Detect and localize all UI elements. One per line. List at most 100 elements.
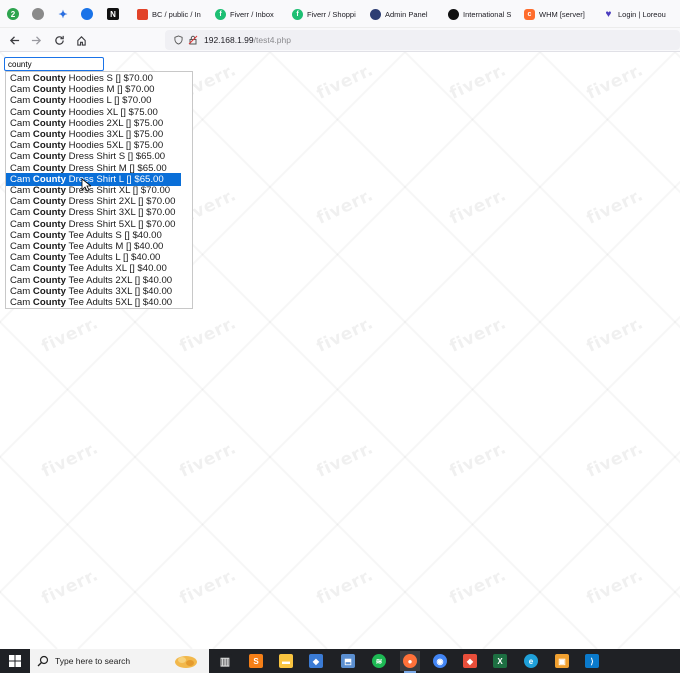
option-text-prefix: Cam — [10, 129, 33, 140]
option-text-match: County — [32, 229, 66, 241]
watermark-text: fiverr. — [446, 185, 510, 229]
excel-taskbar-button[interactable]: X — [490, 651, 510, 671]
dropdown-option[interactable]: Cam County Tee Adults 5XL [] $40.00 — [6, 297, 192, 308]
dropdown-option[interactable]: Cam County Tee Adults 2XL [] $40.00 — [6, 275, 192, 286]
task-view-taskbar-button[interactable]: ▥ — [215, 651, 235, 671]
bookmark-gitlab[interactable]: BC / public / In — [137, 6, 201, 22]
bookmark-whm[interactable]: c WHM [server] — [524, 6, 585, 22]
watermark-text: fiverr. — [176, 438, 240, 482]
search-icon — [37, 655, 49, 667]
dropdown-option[interactable]: Cam County Hoodies XL [] $75.00 — [6, 107, 192, 118]
sublime-text-taskbar-button[interactable]: S — [246, 651, 266, 671]
bookmark-fiverr-shopping[interactable]: f Fiverr / Shoppi — [292, 6, 356, 22]
windows-start-icon[interactable] — [0, 649, 30, 673]
option-text-prefix: Cam — [10, 207, 33, 219]
option-text-prefix: Cam — [10, 73, 33, 84]
address-bar[interactable]: 192.168.1.99/test4.php — [165, 30, 680, 50]
option-text-match: County — [32, 173, 66, 185]
dropdown-option[interactable]: Cam County Dress Shirt L [] $65.00 — [6, 172, 181, 186]
bookmark-international[interactable]: International S — [448, 6, 511, 22]
url-text[interactable]: 192.168.1.99/test4.php — [204, 35, 291, 45]
shield-icon[interactable] — [171, 33, 185, 47]
dropdown-option[interactable]: Cam County Hoodies L [] $70.00 — [6, 95, 192, 106]
dropdown-option[interactable]: Cam County Hoodies 2XL [] $75.00 — [6, 118, 192, 129]
chrome-taskbar-button[interactable]: ◉ — [430, 651, 450, 671]
watermark-text: fiverr. — [583, 185, 647, 229]
spotify-taskbar-button[interactable]: ≋ — [369, 651, 389, 671]
dropdown-option[interactable]: Cam County Dress Shirt 5XL [] $70.00 — [6, 219, 192, 230]
app-square-icon: ▣ — [555, 654, 569, 668]
option-text-prefix: Cam — [10, 297, 33, 308]
dropdown-option[interactable]: Cam County Hoodies S [] $70.00 — [6, 73, 192, 84]
bookmark-login[interactable]: ♥ Login | Loreou — [603, 6, 666, 22]
option-text-suffix: Hoodies 3XL [] $75.00 — [65, 129, 164, 140]
dropdown-option[interactable]: Cam County Hoodies 3XL [] $75.00 — [6, 129, 192, 140]
dropdown-option[interactable]: Cam County Dress Shirt 3XL [] $70.00 — [6, 207, 192, 218]
taskbar-search-placeholder: Type here to search — [55, 656, 131, 666]
excel-icon: X — [493, 654, 507, 668]
grey-circle-icon[interactable] — [32, 8, 44, 20]
search-highlight-icon[interactable] — [173, 652, 199, 670]
forward-arrow-icon[interactable] — [27, 31, 45, 49]
dropdown-option[interactable]: Cam County Tee Adults M [] $40.00 — [6, 241, 192, 252]
file-explorer-taskbar-button[interactable]: ▬ — [276, 651, 296, 671]
edge-taskbar-button[interactable]: e — [521, 651, 541, 671]
dropdown-option[interactable]: Cam County Hoodies 5XL [] $75.00 — [6, 140, 192, 151]
dropdown-option[interactable]: Cam County Dress Shirt XL [] $70.00 — [6, 185, 192, 196]
bookmarks-bar: 2 ✦ N BC / public / In f Fiverr / Inbox … — [0, 0, 680, 28]
bookmark-fiverr-inbox[interactable]: f Fiverr / Inbox — [215, 6, 274, 22]
option-text-suffix: Dress Shirt 3XL [] $70.00 — [65, 207, 176, 219]
option-text-prefix: Cam — [10, 229, 33, 241]
dropdown-option[interactable]: Cam County Dress Shirt 2XL [] $70.00 — [6, 196, 192, 207]
green-circle-icon[interactable]: 2 — [7, 8, 19, 20]
network-share-taskbar-button[interactable]: ⬒ — [338, 651, 358, 671]
option-text-prefix: Cam — [10, 140, 33, 152]
network-app-taskbar-button[interactable]: ◆ — [306, 651, 326, 671]
watermark-text: fiverr. — [313, 438, 377, 482]
dropdown-option[interactable]: Cam County Tee Adults 3XL [] $40.00 — [6, 286, 192, 297]
option-text-match: County — [32, 117, 66, 129]
bookmark-label: Fiverr / Shoppi — [307, 9, 356, 19]
fiverr-icon: f — [292, 8, 303, 20]
globe-icon — [370, 8, 381, 20]
chat-bubble-icon[interactable] — [81, 8, 93, 20]
dropdown-option[interactable]: Cam County Tee Adults L [] $40.00 — [6, 252, 192, 263]
option-text-suffix: Tee Adults L [] $40.00 — [65, 252, 161, 264]
option-text-prefix: Cam — [10, 151, 33, 163]
dropdown-option[interactable]: Cam County Tee Adults S [] $40.00 — [6, 230, 192, 241]
dropdown-option[interactable]: Cam County Hoodies M [] $70.00 — [6, 84, 192, 95]
bookmark-admin-panel[interactable]: Admin Panel — [370, 6, 428, 22]
vscode-taskbar-button[interactable]: ⟩ — [582, 651, 602, 671]
watermark-text: fiverr. — [446, 313, 510, 357]
home-icon[interactable] — [72, 31, 90, 49]
back-arrow-icon[interactable] — [5, 31, 23, 49]
watermark-line — [405, 52, 680, 649]
option-text-prefix: Cam — [10, 196, 33, 208]
option-text-suffix: Hoodies M [] $70.00 — [65, 84, 155, 96]
option-text-match: County — [32, 140, 66, 152]
url-path: /test4.php — [253, 35, 291, 45]
option-text-prefix: Cam — [10, 173, 33, 185]
watermark-text: fiverr. — [583, 60, 647, 104]
watermark-text: fiverr. — [446, 565, 510, 609]
reload-icon[interactable] — [50, 31, 68, 49]
option-text-prefix: Cam — [10, 274, 33, 286]
taskbar-search[interactable]: Type here to search — [30, 649, 209, 673]
autocomplete-dropdown: Cam County Hoodies S [] $70.00 Cam County… — [5, 71, 193, 309]
option-text-match: County — [32, 95, 66, 107]
notion-icon[interactable]: N — [107, 8, 119, 20]
insecure-lock-icon[interactable] — [186, 33, 200, 47]
app-square-taskbar-button[interactable]: ▣ — [552, 651, 572, 671]
git-icon: ◆ — [463, 654, 477, 668]
firefox-taskbar-button[interactable]: ● — [400, 651, 420, 673]
search-input[interactable] — [4, 57, 104, 71]
dropdown-option[interactable]: Cam County Dress Shirt S [] $65.00 — [6, 151, 192, 162]
watermark-text: fiverr. — [38, 438, 102, 482]
git-taskbar-button[interactable]: ◆ — [460, 651, 480, 671]
blue-sparkle-icon[interactable]: ✦ — [57, 8, 69, 21]
watermark-text: fiverr. — [313, 565, 377, 609]
option-text-match: County — [32, 297, 66, 308]
dropdown-option[interactable]: Cam County Tee Adults XL [] $40.00 — [6, 263, 192, 274]
navigation-toolbar: 192.168.1.99/test4.php — [0, 28, 680, 52]
option-text-suffix: Dress Shirt 2XL [] $70.00 — [65, 196, 176, 208]
